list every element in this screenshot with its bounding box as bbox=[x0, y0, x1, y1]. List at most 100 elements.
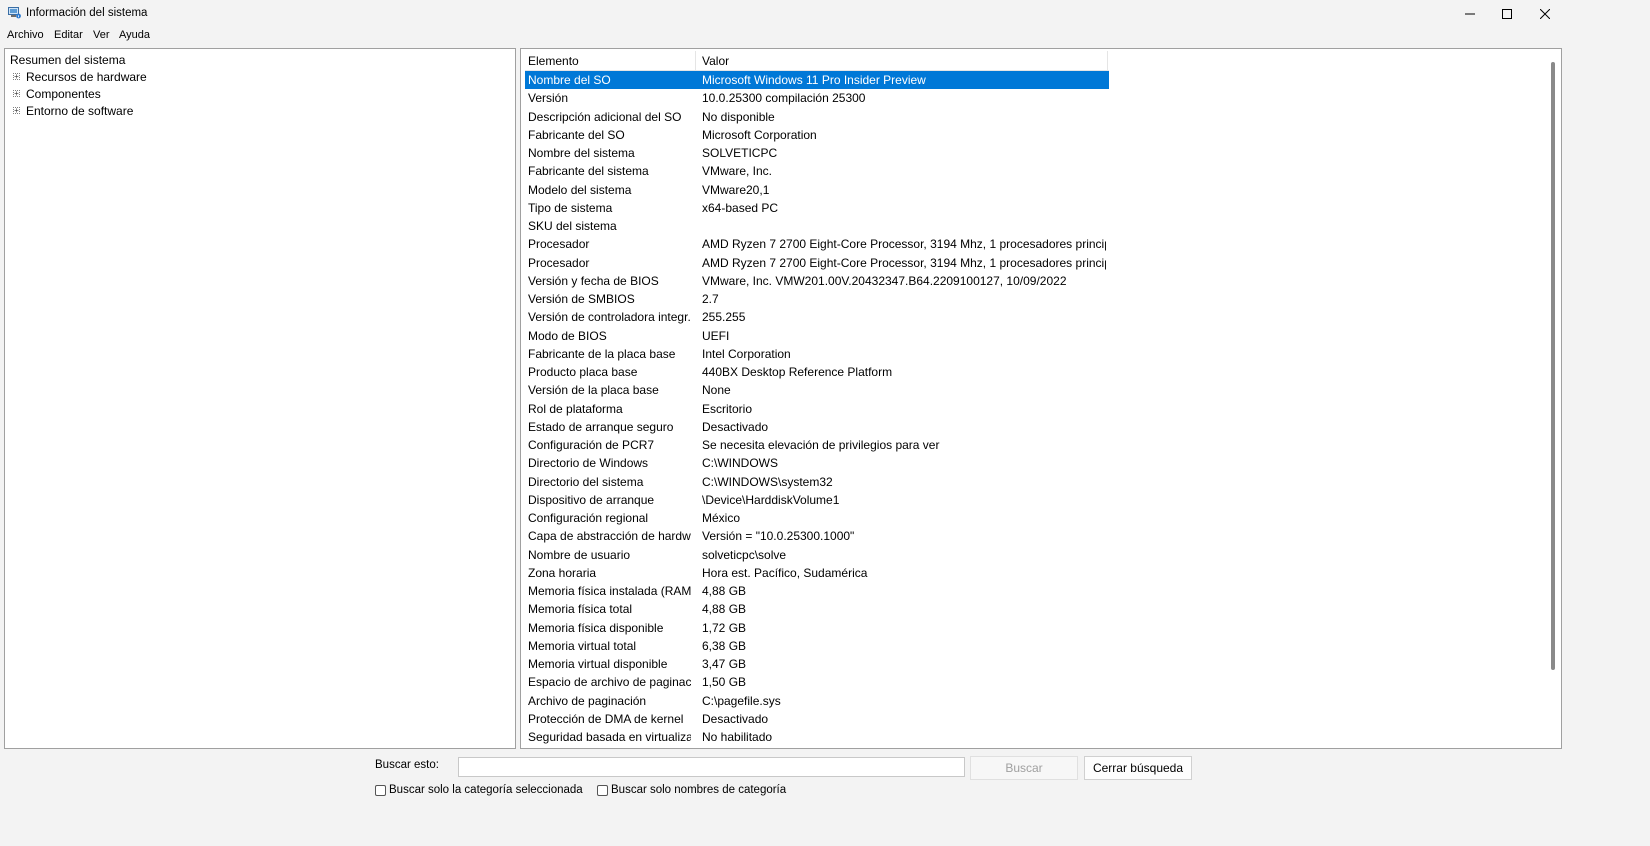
find-button[interactable]: Buscar bbox=[970, 756, 1078, 780]
table-row[interactable]: Protección de DMA de kernel Desactivado bbox=[525, 710, 1109, 728]
checkbox-selected-category[interactable] bbox=[375, 784, 386, 796]
table-row[interactable]: Memoria física disponible 1,72 GB bbox=[525, 619, 1109, 637]
table-row[interactable]: Modelo del sistema VMware20,1 bbox=[525, 181, 1109, 199]
table-row[interactable]: Dispositivo de arranque \Device\HarddiskV… bbox=[525, 491, 1109, 509]
menu-ver[interactable]: Ver bbox=[93, 29, 110, 41]
cell-valor: SOLVETICPC bbox=[702, 146, 778, 160]
cell-elemento: Nombre de usuario bbox=[528, 547, 631, 562]
cell-valor: Hora est. Pacífico, Sudamérica bbox=[702, 565, 868, 580]
cell-valor: Versión = "10.0.25300.1000" bbox=[702, 529, 855, 544]
menu-editar[interactable]: Editar bbox=[54, 29, 83, 41]
cell-valor: 255.255 bbox=[702, 310, 746, 325]
cell-elemento: Memoria virtual disponible bbox=[528, 657, 668, 671]
table-row[interactable]: Versión de la placa base None bbox=[525, 381, 1109, 399]
cell-elemento: Zona horaria bbox=[528, 565, 597, 580]
cell-elemento: Versión de la placa base bbox=[528, 383, 659, 398]
menu-archivo[interactable]: Archivo bbox=[7, 29, 44, 41]
table-row[interactable]: Procesador AMD Ryzen 7 2700 Eight-Core Pr… bbox=[525, 254, 1109, 272]
table-row[interactable]: Configuración de PCR7 Se necesita elevaci… bbox=[525, 436, 1109, 454]
cell-valor: Intel Corporation bbox=[702, 346, 791, 361]
table-row[interactable]: Zona horaria Hora est. Pacífico, Sudaméri… bbox=[525, 564, 1109, 582]
menu-ayuda[interactable]: Ayuda bbox=[119, 29, 150, 41]
table-row[interactable]: Configuración regional México bbox=[525, 509, 1109, 527]
table-row[interactable]: Tipo de sistema x64-based PC bbox=[525, 199, 1109, 217]
cell-valor: Microsoft Windows 11 Pro Insider Preview bbox=[702, 73, 926, 87]
table-row[interactable]: Versión y fecha de BIOS VMware, Inc. VMW2… bbox=[525, 272, 1109, 290]
cell-valor: VMware20,1 bbox=[702, 182, 770, 197]
tree-item-components[interactable]: + Componentes bbox=[13, 85, 101, 102]
option-category-names[interactable]: Buscar solo nombres de categoría bbox=[597, 784, 786, 796]
cell-valor: No habilitado bbox=[702, 730, 773, 744]
cell-valor: \Device\HarddiskVolume1 bbox=[702, 492, 840, 507]
table-row[interactable]: Nombre de usuario solveticpc\solve bbox=[525, 546, 1109, 564]
cell-valor: 440BX Desktop Reference Platform bbox=[702, 365, 893, 379]
details-list[interactable]: Elemento Valor Nombre del SO Microsoft Wi… bbox=[520, 48, 1562, 749]
table-row[interactable]: Versión de controladora integr... 255.255 bbox=[525, 308, 1109, 326]
column-header-valor[interactable]: Valor bbox=[702, 54, 729, 68]
search-input[interactable] bbox=[458, 757, 965, 777]
table-row[interactable]: Espacio de archivo de paginaci... 1,50 GB bbox=[525, 673, 1109, 691]
table-row[interactable]: Fabricante del SO Microsoft Corporation bbox=[525, 126, 1109, 144]
column-header-elemento[interactable]: Elemento bbox=[528, 54, 579, 68]
table-row[interactable]: Fabricante de la placa base Intel Corpora… bbox=[525, 345, 1109, 363]
table-row[interactable]: Estado de arranque seguro Desactivado bbox=[525, 418, 1109, 436]
cell-valor: México bbox=[702, 511, 741, 525]
table-row[interactable]: Memoria física instalada (RAM) 4,88 GB bbox=[525, 582, 1109, 600]
title-bar: Información del sistema bbox=[0, 0, 1568, 27]
table-row[interactable]: Rol de plataforma Escritorio bbox=[525, 400, 1109, 418]
cell-valor: No disponible bbox=[702, 109, 775, 124]
table-row[interactable]: Producto placa base 440BX Desktop Referen… bbox=[525, 363, 1109, 381]
option-selected-category[interactable]: Buscar solo la categoría seleccionada bbox=[375, 784, 583, 796]
table-row[interactable]: Versión 10.0.25300 compilación 25300 bbox=[525, 89, 1109, 107]
close-button[interactable] bbox=[1522, 0, 1568, 27]
cell-elemento: Estado de arranque seguro bbox=[528, 419, 674, 434]
cell-valor: Se necesita elevación de privilegios par… bbox=[702, 438, 940, 452]
table-row[interactable]: SKU del sistema bbox=[525, 217, 1109, 235]
expand-icon[interactable]: + bbox=[13, 73, 20, 81]
cell-elemento: Rol de plataforma bbox=[528, 401, 623, 416]
table-row[interactable]: Archivo de paginación C:\pagefile.sys bbox=[525, 692, 1109, 710]
table-row[interactable]: Memoria virtual total 6,38 GB bbox=[525, 637, 1109, 655]
cell-valor: Desactivado bbox=[702, 711, 769, 726]
checkbox-category-names[interactable] bbox=[597, 784, 608, 796]
table-row[interactable]: Nombre del SO Microsoft Windows 11 Pro In… bbox=[525, 71, 1109, 89]
cell-elemento: Espacio de archivo de paginaci... bbox=[528, 675, 691, 690]
table-row[interactable]: Seguridad basada en virtualiza... No habi… bbox=[525, 728, 1109, 746]
cell-elemento: Directorio del sistema bbox=[528, 474, 644, 489]
table-row[interactable]: Memoria virtual disponible 3,47 GB bbox=[525, 655, 1109, 673]
table-row[interactable]: Directorio de Windows C:\WINDOWS bbox=[525, 454, 1109, 472]
table-row[interactable]: Nombre del sistema SOLVETICPC bbox=[525, 144, 1109, 162]
cell-elemento: Procesador bbox=[528, 255, 590, 270]
table-row[interactable]: Directorio del sistema C:\WINDOWS\system3… bbox=[525, 473, 1109, 491]
expand-icon[interactable]: + bbox=[13, 90, 20, 98]
cell-valor: 1,72 GB bbox=[702, 620, 747, 635]
close-search-button[interactable]: Cerrar búsqueda bbox=[1084, 756, 1192, 780]
column-divider[interactable] bbox=[1107, 51, 1108, 70]
table-row[interactable]: Capa de abstracción de hardw... Versión =… bbox=[525, 527, 1109, 545]
tree-item-system-summary[interactable]: Resumen del sistema bbox=[10, 51, 125, 68]
cell-valor: VMware, Inc. bbox=[702, 164, 773, 179]
category-tree[interactable]: Resumen del sistema + Recursos de hardwa… bbox=[4, 48, 516, 749]
cell-elemento: Memoria física disponible bbox=[528, 620, 664, 635]
table-row[interactable]: Fabricante del sistema VMware, Inc. bbox=[525, 162, 1109, 180]
cell-elemento: Archivo de paginación bbox=[528, 693, 647, 708]
minimize-icon bbox=[1465, 13, 1475, 14]
table-row[interactable]: Modo de BIOS UEFI bbox=[525, 327, 1109, 345]
cell-elemento: Tipo de sistema bbox=[528, 200, 613, 215]
maximize-icon bbox=[1502, 8, 1512, 19]
table-row[interactable]: Versión de SMBIOS 2.7 bbox=[525, 290, 1109, 308]
tree-item-hardware-resources[interactable]: + Recursos de hardware bbox=[13, 68, 147, 85]
expand-icon[interactable]: + bbox=[13, 107, 20, 115]
cell-valor: 10.0.25300 compilación 25300 bbox=[702, 91, 866, 106]
cell-valor: 2.7 bbox=[702, 292, 719, 306]
cell-elemento: Modo de BIOS bbox=[528, 328, 607, 343]
vertical-scrollbar[interactable] bbox=[1551, 62, 1555, 670]
cell-valor: UEFI bbox=[702, 328, 730, 343]
table-row[interactable]: Procesador AMD Ryzen 7 2700 Eight-Core Pr… bbox=[525, 235, 1109, 253]
cell-elemento: Memoria virtual total bbox=[528, 638, 637, 653]
cell-valor: AMD Ryzen 7 2700 Eight-Core Processor, 3… bbox=[702, 237, 1106, 252]
column-divider[interactable] bbox=[695, 51, 696, 70]
table-row[interactable]: Descripción adicional del SO No disponibl… bbox=[525, 108, 1109, 126]
table-row[interactable]: Memoria física total 4,88 GB bbox=[525, 600, 1109, 618]
tree-item-software-environment[interactable]: + Entorno de software bbox=[13, 102, 133, 119]
